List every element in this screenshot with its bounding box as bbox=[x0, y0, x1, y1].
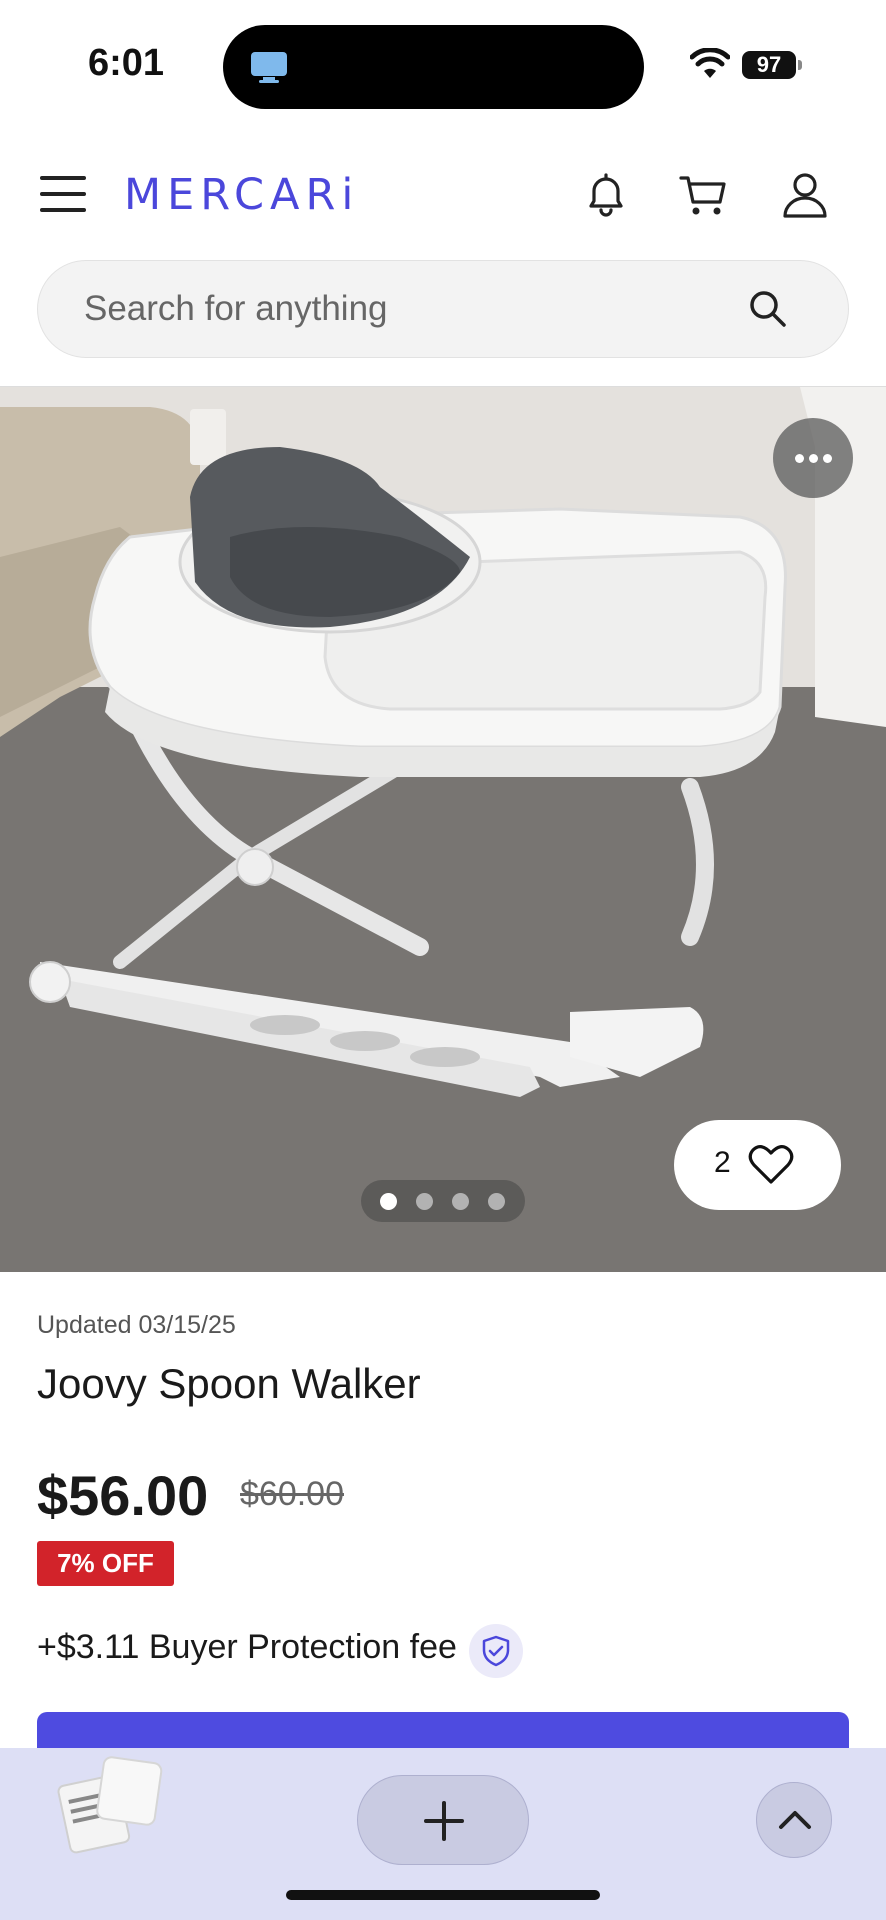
status-time: 6:01 bbox=[88, 42, 165, 84]
plus-icon bbox=[424, 1801, 464, 1841]
recent-items-thumbnail[interactable] bbox=[54, 1745, 164, 1855]
menu-icon[interactable] bbox=[40, 176, 86, 214]
buyer-protection-fee: +$3.11 Buyer Protection fee bbox=[37, 1628, 457, 1666]
like-button[interactable]: 2 bbox=[674, 1120, 841, 1210]
search-bar[interactable] bbox=[37, 260, 849, 358]
bell-icon[interactable] bbox=[579, 168, 633, 222]
image-pagination[interactable] bbox=[361, 1180, 525, 1222]
chevron-up-icon bbox=[779, 1811, 811, 1829]
dynamic-island bbox=[223, 25, 644, 109]
page-dot-2[interactable] bbox=[416, 1193, 433, 1210]
user-icon[interactable] bbox=[778, 168, 832, 222]
heart-icon bbox=[748, 1145, 794, 1184]
sell-plus-button[interactable] bbox=[357, 1775, 529, 1865]
more-options-button[interactable] bbox=[773, 418, 853, 498]
battery-indicator: 97 bbox=[742, 51, 796, 79]
item-price: $56.00 bbox=[37, 1464, 209, 1527]
cart-icon[interactable] bbox=[677, 168, 731, 222]
discount-badge: 7% OFF bbox=[37, 1541, 174, 1586]
search-icon[interactable] bbox=[746, 287, 790, 331]
item-title: Joovy Spoon Walker bbox=[37, 1360, 421, 1407]
original-price: $60.00 bbox=[240, 1475, 344, 1513]
like-count: 2 bbox=[714, 1146, 731, 1179]
updated-date: Updated 03/15/25 bbox=[37, 1311, 236, 1339]
mercari-logo[interactable]: MERCARi bbox=[124, 170, 359, 220]
page-dot-4[interactable] bbox=[488, 1193, 505, 1210]
home-indicator bbox=[286, 1890, 600, 1900]
shield-icon[interactable] bbox=[469, 1624, 523, 1678]
page-dot-1[interactable] bbox=[380, 1193, 397, 1210]
search-input[interactable] bbox=[84, 261, 724, 357]
status-bar: 6:01 97 bbox=[0, 0, 886, 120]
wifi-icon bbox=[690, 48, 730, 78]
screen-share-icon bbox=[251, 52, 287, 83]
page-dot-3[interactable] bbox=[452, 1193, 469, 1210]
app-header: MERCARi bbox=[0, 150, 886, 240]
scroll-to-top-button[interactable] bbox=[756, 1782, 832, 1858]
battery-nub bbox=[798, 60, 802, 70]
